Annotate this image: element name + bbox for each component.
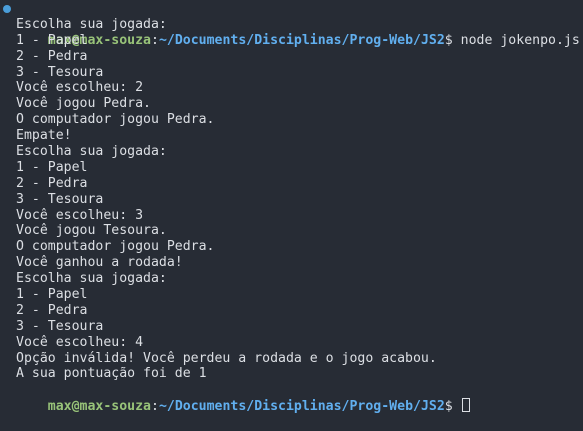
output-line: 1 - Papel [16,32,88,48]
output-line: Escolha sua jogada: [16,16,167,32]
terminal-window[interactable]: max@max-souza:~/Documents/Disciplinas/Pr… [0,0,583,414]
output-line: 2 - Pedra [16,48,88,64]
output-line: Opção inválida! Você perdeu a rodada e o… [16,350,437,366]
output-line: Você ganhou a rodada! [16,255,183,271]
text-cursor[interactable] [461,398,470,413]
prompt-separator: : [150,399,159,415]
output-line: O computador jogou Pedra. [16,112,215,128]
output-line: Escolha sua jogada: [16,144,167,160]
output-line: A sua pontuação foi de 1 [16,366,207,382]
output-line: Você jogou Pedra. [16,96,151,112]
output-line: Empate! [16,128,72,144]
output-line: 1 - Papel [16,287,88,303]
output-line: 2 - Pedra [16,175,88,191]
prompt-symbol: $ [444,399,453,415]
output-line: Você escolheu: 4 [16,334,144,350]
output-line: 3 - Tesoura [16,191,104,207]
output-line: O computador jogou Pedra. [16,239,215,255]
output-line: Escolha sua jogada: [16,271,167,287]
active-prompt-line[interactable]: max@max-souza:~/Documents/Disciplinas/Pr… [0,382,583,414]
command-prompt-line: max@max-souza:~/Documents/Disciplinas/Pr… [0,1,583,48]
terminal-output: Escolha sua jogada: 1 - Papel 2 - Pedra … [0,17,583,382]
output-line: Você jogou Tesoura. [16,223,167,239]
output-line: Você escolheu: 2 [16,80,144,96]
prompt-path: ~/Documents/Disciplinas/Prog-Web/JS2 [158,399,445,415]
status-dot-icon [3,5,11,13]
output-line: 2 - Pedra [16,302,88,318]
prompt-user-host: max@max-souza [47,399,151,415]
output-line: 1 - Papel [16,159,88,175]
output-line: 3 - Tesoura [16,318,104,334]
output-line: 3 - Tesoura [16,64,104,80]
output-line: Você escolheu: 3 [16,207,144,223]
